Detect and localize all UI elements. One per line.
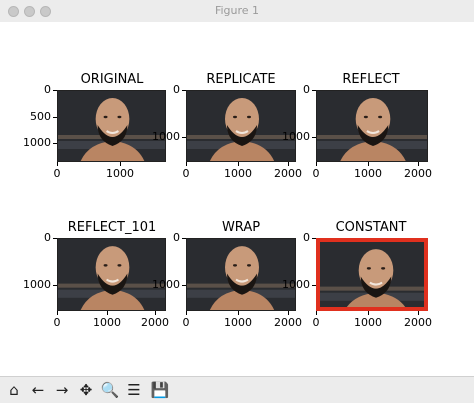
y-tick-mark — [312, 90, 316, 91]
portrait-image — [320, 242, 424, 307]
y-tick-label: 0 — [44, 231, 51, 244]
x-tick-mark — [316, 162, 317, 166]
subplot-title: REFLECT — [342, 72, 400, 87]
x-tick-label: 0 — [182, 167, 190, 180]
y-tick-label: 1000 — [152, 278, 180, 291]
x-tick-mark — [418, 162, 419, 166]
x-tick-label: 1000 — [224, 316, 252, 329]
y-tick-mark — [182, 238, 186, 239]
forward-arrow-icon[interactable]: → — [52, 381, 72, 399]
y-tick-label: 0 — [44, 83, 51, 96]
subplot-image — [57, 238, 166, 311]
y-tick-mark — [53, 143, 57, 144]
x-tick-mark — [368, 311, 369, 315]
y-tick-mark — [53, 285, 57, 286]
y-tick-mark — [53, 117, 57, 118]
window-titlebar: Figure 1 — [0, 0, 474, 23]
y-tick-mark — [312, 285, 316, 286]
x-tick-mark — [57, 162, 58, 166]
x-tick-mark — [316, 311, 317, 315]
x-tick-label: 0 — [53, 167, 61, 180]
x-tick-label: 0 — [312, 167, 320, 180]
y-tick-mark — [53, 238, 57, 239]
subplot-title: WRAP — [221, 220, 261, 235]
save-icon[interactable]: 💾 — [150, 381, 170, 399]
y-tick-label: 1000 — [282, 130, 310, 143]
y-tick-label: 1000 — [23, 136, 51, 149]
y-tick-label: 1000 — [152, 130, 180, 143]
x-tick-label: 2000 — [274, 167, 302, 180]
x-tick-label: 1000 — [354, 316, 382, 329]
y-tick-label: 0 — [173, 83, 180, 96]
portrait-image — [58, 239, 165, 310]
x-tick-mark — [155, 311, 156, 315]
x-tick-mark — [120, 162, 121, 166]
y-tick-mark — [312, 238, 316, 239]
x-tick-mark — [186, 162, 187, 166]
subplot-title: ORIGINAL — [80, 72, 144, 87]
x-tick-label: 0 — [53, 316, 61, 329]
x-tick-mark — [368, 162, 369, 166]
x-tick-label: 2000 — [141, 316, 169, 329]
subplot-image — [57, 90, 166, 162]
x-tick-label: 0 — [182, 316, 190, 329]
x-tick-label: 2000 — [404, 167, 432, 180]
x-tick-mark — [238, 162, 239, 166]
x-tick-mark — [418, 311, 419, 315]
y-tick-label: 500 — [30, 110, 51, 123]
y-tick-label: 1000 — [23, 278, 51, 291]
home-icon[interactable]: ⌂ — [4, 381, 24, 399]
x-tick-label: 1000 — [224, 167, 252, 180]
x-tick-label: 2000 — [274, 316, 302, 329]
y-tick-label: 0 — [303, 83, 310, 96]
subplot-image — [316, 238, 428, 311]
y-tick-label: 0 — [303, 231, 310, 244]
x-tick-label: 1000 — [93, 316, 121, 329]
x-tick-mark — [238, 311, 239, 315]
x-tick-mark — [107, 311, 108, 315]
subplot-title: REPLICATE — [206, 72, 276, 87]
back-arrow-icon[interactable]: ← — [28, 381, 48, 399]
figure-canvas: ORIGINAL 0 1000 0 500 1000 REPLICATE 0 1000 2000 0… — [0, 22, 474, 376]
y-tick-mark — [182, 285, 186, 286]
x-tick-mark — [288, 162, 289, 166]
portrait-image — [187, 91, 295, 161]
window-title: Figure 1 — [214, 4, 260, 17]
y-tick-mark — [312, 137, 316, 138]
y-tick-mark — [182, 137, 186, 138]
navigation-toolbar: ⌂ ← → ✥ 🔍 ☰ 💾 — [0, 376, 474, 403]
configure-subplots-icon[interactable]: ☰ — [124, 381, 144, 399]
portrait-image — [187, 239, 295, 310]
x-tick-label: 2000 — [404, 316, 432, 329]
x-tick-label: 1000 — [354, 167, 382, 180]
portrait-image — [317, 91, 427, 161]
x-tick-mark — [288, 311, 289, 315]
subplot-title: REFLECT_101 — [67, 220, 157, 235]
y-tick-label: 1000 — [282, 278, 310, 291]
subplot-title: CONSTANT — [335, 220, 407, 235]
pan-icon[interactable]: ✥ — [76, 381, 96, 399]
subplot-image — [316, 90, 428, 162]
x-tick-mark — [57, 311, 58, 315]
x-tick-label: 0 — [312, 316, 320, 329]
subplot-image — [186, 238, 296, 311]
zoom-icon[interactable]: 🔍 — [100, 381, 120, 399]
y-tick-label: 0 — [173, 231, 180, 244]
y-tick-mark — [182, 90, 186, 91]
subplot-image — [186, 90, 296, 162]
x-tick-mark — [186, 311, 187, 315]
x-tick-label: 1000 — [106, 167, 134, 180]
portrait-image — [58, 91, 165, 161]
y-tick-mark — [53, 90, 57, 91]
